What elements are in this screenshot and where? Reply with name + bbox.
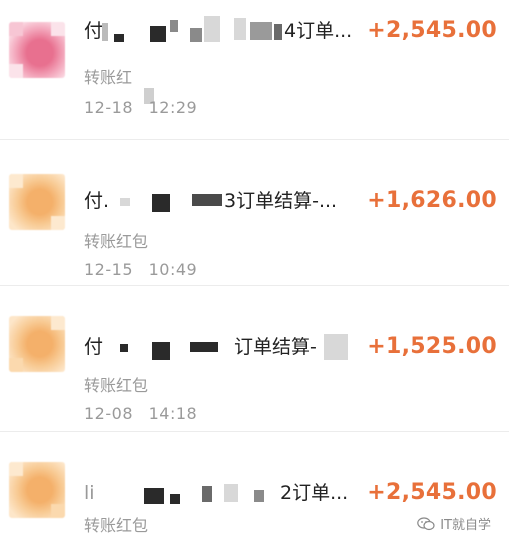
redaction-mask	[114, 34, 124, 42]
redaction-mask	[144, 488, 164, 504]
redaction-mask	[120, 344, 128, 352]
wechat-official-account-icon	[417, 516, 435, 530]
redaction-mask	[204, 16, 220, 42]
date: 12-15	[84, 260, 133, 279]
redaction-mask	[224, 484, 238, 502]
avatar[interactable]	[9, 22, 65, 78]
date: 12-18	[84, 98, 133, 117]
redaction-mask	[202, 486, 212, 502]
redaction-mask	[324, 334, 348, 360]
avatar[interactable]	[9, 174, 65, 230]
transaction-time: 12-08 14:18	[84, 404, 197, 423]
redaction-mask	[152, 194, 170, 212]
title-visible-end: 订单结算-	[234, 336, 317, 358]
amount: +1,525.00	[367, 334, 497, 359]
title-visible-end: 4订单...	[284, 20, 353, 42]
redaction-mask	[190, 342, 218, 352]
transaction-title: li 2订单...	[84, 476, 359, 510]
redaction-mask	[190, 28, 202, 42]
transaction-time: 12-18 12:29	[84, 98, 197, 117]
redaction-mask	[250, 22, 272, 40]
transaction-item[interactable]: 付. 3订单结算-... +1,626.00 转账红包 12-15 10:49	[0, 146, 509, 286]
redaction-mask	[150, 26, 166, 42]
redaction-mask	[234, 18, 246, 40]
watermark: IT就自学	[417, 514, 491, 533]
transaction-type: 转账红包	[84, 376, 149, 395]
clock-time: 14:18	[148, 404, 198, 423]
date: 12-08	[84, 404, 133, 423]
title-visible-end: 3订单结算-...	[224, 190, 338, 212]
redaction-mask	[120, 198, 130, 206]
transaction-item[interactable]: 付 订单结算- +1,525.00 转账红包 12-08 14:18	[0, 292, 509, 432]
redaction-mask	[274, 24, 282, 40]
title-visible-end: 2订单...	[280, 482, 349, 504]
amount: +2,545.00	[367, 18, 497, 43]
transaction-type: 转账红包	[84, 232, 149, 251]
amount: +1,626.00	[367, 188, 497, 213]
title-visible-start: 付.	[84, 190, 110, 212]
redaction-mask	[170, 494, 180, 504]
redaction-mask	[152, 342, 170, 360]
avatar[interactable]	[9, 462, 65, 518]
transaction-type: 转账红包	[84, 516, 149, 535]
transaction-type: 转账红	[84, 68, 133, 87]
clock-time: 12:29	[148, 98, 198, 117]
watermark-text: IT就自学	[440, 518, 491, 533]
transaction-title: 付 4订单...	[84, 14, 359, 48]
amount: +2,545.00	[367, 480, 497, 505]
redaction-mask	[254, 490, 264, 502]
transaction-item[interactable]: 付 4订单... +2,545.00 转账红 12-18 12:29	[0, 0, 509, 140]
avatar[interactable]	[9, 316, 65, 372]
transaction-title: 付 订单结算-	[84, 330, 359, 364]
redaction-mask	[192, 194, 222, 206]
transaction-time: 12-15 10:49	[84, 260, 197, 279]
redaction-mask	[170, 20, 178, 32]
title-visible-start: 付	[84, 20, 104, 42]
redaction-mask	[102, 23, 108, 41]
title-visible-start: 付	[84, 336, 104, 358]
title-visible-start: li	[84, 482, 95, 504]
clock-time: 10:49	[148, 260, 198, 279]
transaction-title: 付. 3订单结算-...	[84, 184, 359, 218]
